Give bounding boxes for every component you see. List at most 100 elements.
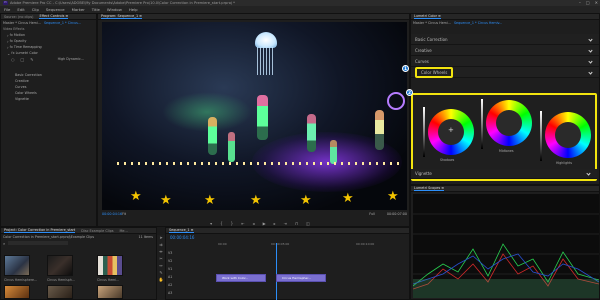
tab-effect-controls[interactable]: Effect Controls ≡ [39, 14, 69, 19]
clip-thumbnail[interactable] [47, 285, 73, 299]
clip-thumbnail[interactable] [47, 255, 73, 276]
tab-lumetri-scopes[interactable]: Lumetri Scopes ≡ [414, 186, 445, 191]
razor-tool-icon[interactable]: ✂ [159, 256, 162, 261]
search-icon[interactable]: ⌕ [3, 241, 5, 246]
curves-row[interactable]: Curves [411, 56, 599, 67]
midtones-slider[interactable] [481, 99, 483, 149]
selection-tool-icon[interactable]: ➤ [159, 235, 162, 240]
checkmark-icon[interactable] [588, 36, 593, 42]
creative-row[interactable]: Creative [411, 45, 599, 56]
menu-help[interactable]: Help [129, 7, 138, 12]
timeline-timecode[interactable]: 00:00:04:16 [166, 234, 409, 240]
track-v1[interactable]: V1 [168, 265, 214, 273]
fit-dropdown[interactable]: Fit [122, 212, 126, 216]
vignette-row[interactable]: Vignette [411, 169, 597, 179]
sub-vignette[interactable]: Vignette [1, 96, 96, 102]
step-forward-icon[interactable]: ▸ [274, 221, 276, 226]
tab-program[interactable]: Program: Sequence_1 ≡ [101, 14, 143, 19]
minimize-button[interactable]: – [579, 0, 581, 5]
lumetri-sequence-label[interactable]: Sequence_1 * Circus Hemiv... [454, 21, 502, 25]
transport-controls: ▾ { } ⇤ ◂ ▶ ▸ ⇥ ⊓ ◫ [190, 219, 330, 227]
maximize-button[interactable]: □ [586, 0, 590, 5]
tab-lumetri-color[interactable]: Lumetri Color ≡ [414, 14, 441, 19]
step-back-icon[interactable]: ◂ [253, 221, 255, 226]
tab-media[interactable]: Me... [120, 229, 128, 233]
timeline-ruler[interactable]: 00:00 00:00:05:00 00:00:10:00 [216, 242, 408, 248]
clip-thumbnail[interactable] [97, 255, 123, 276]
tab-disc-example-clips[interactable]: Disc Example Clips [81, 229, 113, 233]
shadows-slider[interactable] [423, 107, 425, 157]
video-frame[interactable]: ★ ★ ★ ★ ★ ★ ★ [102, 22, 407, 210]
rectangle-mask-icon[interactable]: □ [21, 57, 25, 62]
pen-tool-icon[interactable]: ✎ [159, 270, 162, 275]
master-clip-label[interactable]: Master * Circus Hemi... [3, 21, 41, 25]
program-timecode[interactable]: 00:00:04:16 [102, 212, 122, 216]
lift-icon[interactable]: ⊓ [295, 221, 298, 226]
export-frame-icon[interactable]: ◫ [306, 221, 310, 226]
performer-figure [208, 117, 217, 155]
program-monitor: Program: Sequence_1 ≡ ★ ★ ★ ★ ★ ★ ★ 00:0… [97, 13, 410, 227]
high-dynamic-label[interactable]: High Dynamic... [58, 57, 84, 61]
star-decoration: ★ [160, 193, 172, 208]
go-to-out-icon[interactable]: ⇥ [284, 221, 287, 226]
hand-tool-icon[interactable]: ✋ [159, 277, 164, 282]
menu-sequence[interactable]: Sequence [46, 7, 65, 12]
menu-clip[interactable]: Clip [32, 7, 39, 12]
ellipse-mask-icon[interactable]: ○ [11, 57, 15, 62]
chevron-down-icon[interactable]: ⌄ [7, 51, 10, 56]
chevron-right-icon[interactable]: › [7, 39, 9, 44]
checkmark-icon[interactable] [588, 69, 593, 75]
clip-thumbnail[interactable] [4, 285, 30, 299]
go-to-in-icon[interactable]: ⇤ [241, 221, 244, 226]
sequence-clip-label[interactable]: Sequence_1 * Circus... [44, 21, 81, 25]
project-search-input[interactable] [8, 241, 69, 245]
add-marker-icon[interactable]: ▾ [210, 221, 212, 226]
color-wheels-section: + Shadows Midtones Highlights [411, 93, 597, 181]
tab-sequence-1[interactable]: Sequence_1 ≡ [169, 228, 194, 233]
tab-source[interactable]: Source: (no clips) [4, 15, 33, 19]
mark-out-icon[interactable]: } [231, 221, 234, 226]
checkmark-icon[interactable] [588, 47, 593, 53]
thumb-label: Circus Hemisph... [47, 278, 75, 282]
timeline-clip[interactable]: Work with Color... [216, 274, 266, 282]
timeline-clip[interactable]: Circus Hemispher... [276, 274, 326, 282]
track-labels: V3 V2 V1 A1 A2 A3 [168, 249, 214, 297]
checkmark-icon[interactable] [586, 171, 591, 176]
performer-figure [257, 95, 268, 140]
ruler-tick: 00:00 [218, 242, 227, 246]
play-icon[interactable]: ▶ [263, 221, 266, 226]
pen-mask-icon[interactable]: ✎ [30, 57, 33, 62]
resolution-dropdown[interactable]: Full [369, 212, 375, 216]
tab-project[interactable]: Project: Color Correction in Premiere_st… [4, 228, 76, 233]
menu-marker[interactable]: Marker [72, 7, 85, 12]
track-a1[interactable]: A1 [168, 273, 214, 281]
clip-thumbnail[interactable] [97, 285, 123, 299]
color-wheels-row[interactable]: Color Wheels [411, 66, 599, 78]
menu-file[interactable]: File [4, 7, 10, 12]
menu-edit[interactable]: Edit [17, 7, 24, 12]
highlights-slider[interactable] [540, 111, 542, 161]
close-button[interactable]: ✕ [595, 0, 598, 5]
lumetri-master-label[interactable]: Master * Circus Hemi... [413, 21, 451, 25]
mark-in-icon[interactable]: { [220, 221, 223, 226]
track-v2[interactable]: V2 [168, 257, 214, 265]
chevron-right-icon[interactable]: › [7, 45, 9, 50]
slip-tool-icon[interactable]: ↔ [159, 263, 162, 268]
highlights-wheel-center [555, 122, 581, 148]
crosshair-icon[interactable]: + [448, 127, 454, 134]
chevron-right-icon[interactable]: › [7, 33, 9, 38]
checkmark-icon[interactable] [588, 58, 593, 64]
menu-bar: File Edit Clip Sequence Marker Title Win… [0, 6, 600, 13]
track-select-tool-icon[interactable]: ⇉ [159, 242, 162, 247]
basic-correction-row[interactable]: Basic Correction [411, 34, 599, 45]
track-a2[interactable]: A2 [168, 281, 214, 289]
star-decoration: ★ [387, 189, 399, 204]
track-v3[interactable]: V3 [168, 249, 214, 257]
menu-title[interactable]: Title [92, 7, 100, 12]
playhead[interactable] [276, 243, 277, 300]
ripple-edit-tool-icon[interactable]: ⇹ [159, 249, 162, 254]
clip-thumbnail[interactable] [4, 255, 30, 276]
track-a3[interactable]: A3 [168, 289, 214, 297]
shadows-label: Shadows [440, 158, 455, 162]
menu-window[interactable]: Window [107, 7, 122, 12]
